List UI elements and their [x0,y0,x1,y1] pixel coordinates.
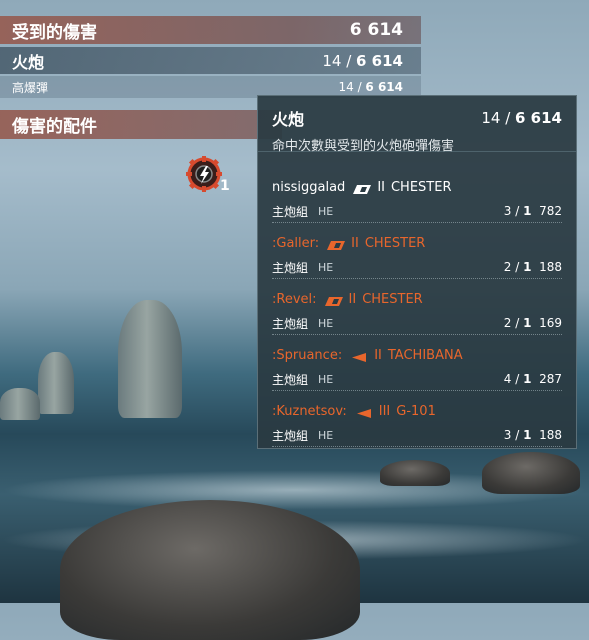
player-name: :Kuznetsov: [272,403,347,419]
attacker-line: :Revel: II CHESTER [272,290,562,308]
attacker-entry: :Spruance: II TACHIBANA 主炮組 HE 4 / 1 287 [272,346,562,391]
weapon-name: 主炮組 [272,204,309,219]
guns-damage-tooltip: 火炮 14 / 6 614 命中次數與受到的火炮砲彈傷害 nissiggalad… [257,95,577,449]
attacker-line: :Galler: II CHESTER [272,234,562,252]
ship-tier: II [377,179,385,195]
hit-stat: 4 / 1 287 [503,372,562,386]
received-damage-label: 受到的傷害 [12,22,97,43]
tooltip-subtitle: 命中次數與受到的火炮砲彈傷害 [272,139,455,154]
ammo-type: HE [318,372,334,386]
ship-name: TACHIBANA [387,347,463,363]
ammo-type: HE [318,428,334,442]
player-name: nissiggalad [272,179,346,195]
tooltip-total: 14 / 6 614 [481,109,562,127]
attacker-line: nissiggalad II CHESTER [272,178,562,196]
hit-stat: 3 / 1 188 [503,428,562,442]
hit-stat: 2 / 1 188 [503,260,562,274]
weapon-name: 主炮組 [272,428,309,443]
ship-name: G-101 [396,403,436,419]
ammo-type: HE [318,316,334,330]
he-shell-label: 高爆彈 [12,80,49,95]
he-shell-value: 14 / 6 614 [338,80,403,94]
foreground-rock [482,452,580,494]
destroyer-ship-icon [350,351,368,362]
ship-name: CHESTER [364,235,426,251]
player-name: :Spruance: [272,347,343,363]
attacker-line: :Spruance: II TACHIBANA [272,346,562,364]
ship-name: CHESTER [362,291,423,307]
guns-row[interactable]: 火炮 14 / 6 614 [0,47,421,74]
cruiser-ship-icon [327,239,346,250]
ammo-type: HE [318,204,334,218]
weapon-name: 主炮組 [272,372,309,387]
tooltip-title: 火炮 [272,110,305,129]
ship-tier: III [378,403,391,419]
weapon-line: 主炮組 HE 4 / 1 287 [272,370,562,391]
received-damage-row[interactable]: 受到的傷害 6 614 [0,16,421,44]
destroyer-ship-icon [355,407,373,418]
weapon-name: 主炮組 [272,316,309,331]
received-damage-value: 6 614 [349,20,403,40]
ship-tier: II [374,347,382,363]
ship-name: CHESTER [390,179,452,195]
attacker-entry: nissiggalad II CHESTER 主炮組 HE 3 / 1 782 [272,178,562,223]
attacker-entry: :Kuznetsov: III G-101 主炮組 HE 3 / 1 188 [272,402,562,447]
attacker-entry: :Galler: II CHESTER 主炮組 HE 2 / 1 188 [272,234,562,279]
player-name: :Galler: [272,235,320,251]
cruiser-ship-icon [324,295,343,306]
damaged-modules-label: 傷害的配件 [12,117,97,137]
ship-tier: II [348,291,357,307]
attacker-entry: :Revel: II CHESTER 主炮組 HE 2 / 1 169 [272,290,562,335]
ship-tier: II [351,235,359,251]
foreground-rock [380,460,450,486]
weapon-line: 主炮組 HE 2 / 1 169 [272,314,562,335]
hit-stat: 2 / 1 169 [503,316,562,330]
damaged-modules-row[interactable]: 傷害的配件 [0,110,282,139]
weapon-name: 主炮組 [272,260,309,275]
attacker-line: :Kuznetsov: III G-101 [272,402,562,420]
sea-stack-rock [118,300,182,418]
hit-stat: 3 / 1 782 [503,204,562,218]
weapon-line: 主炮組 HE 2 / 1 188 [272,258,562,279]
player-name: :Revel: [272,291,317,307]
weapon-line: 主炮組 HE 3 / 1 782 [272,202,562,223]
guns-value: 14 / 6 614 [322,51,403,70]
ammo-type: HE [318,260,334,274]
weapon-line: 主炮組 HE 3 / 1 188 [272,426,562,447]
sea-stack-rock [0,388,40,420]
foreground-rock [60,500,360,640]
gear-lightning-icon[interactable] [186,156,222,192]
cruiser-ship-icon [353,183,372,194]
tooltip-header: 火炮 14 / 6 614 命中次數與受到的火炮砲彈傷害 [258,96,576,154]
module-count: 1 [220,178,230,194]
guns-label: 火炮 [12,52,45,72]
sea-stack-rock [38,352,74,414]
